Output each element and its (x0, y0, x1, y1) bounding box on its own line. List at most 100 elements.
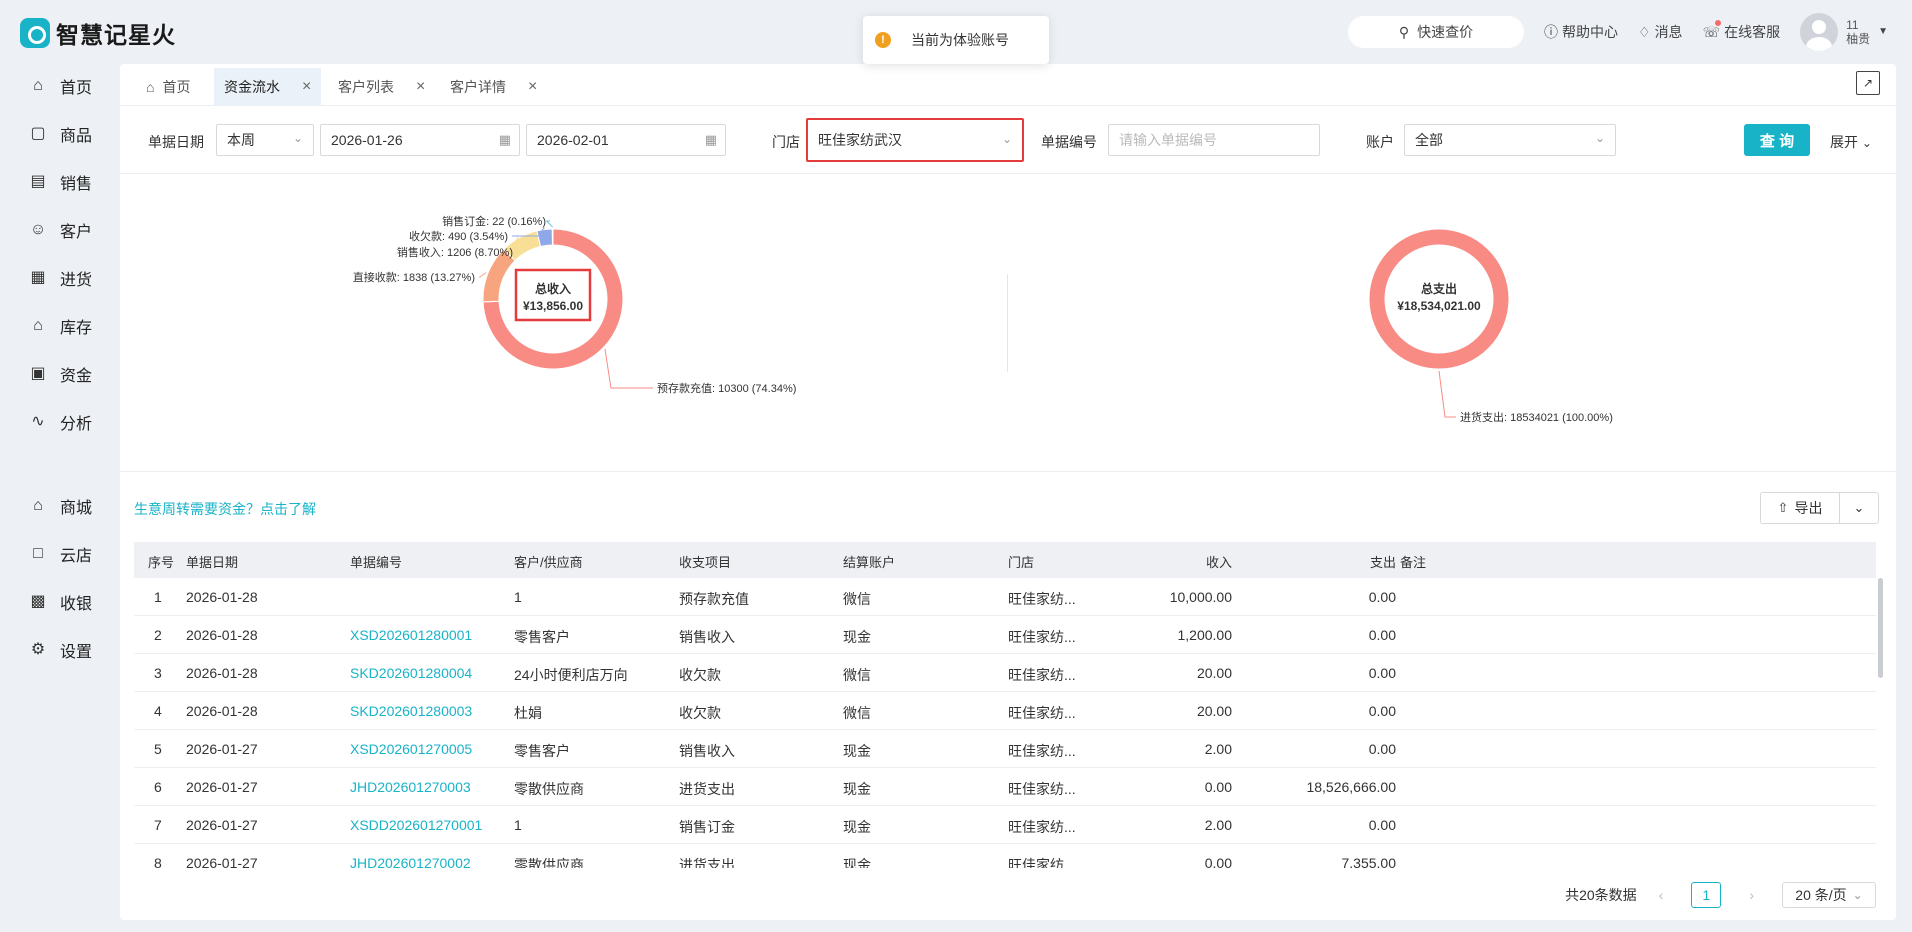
table-row[interactable]: 2 2026-01-28 XSD202601280001 零售客户 销售收入 现金 旺佳家纺… (134, 616, 1876, 654)
bill-number-link[interactable]: XSD202601280001 (350, 627, 472, 643)
leader-line (479, 272, 487, 278)
table-cell: 现金 (843, 629, 871, 645)
sidebar-item-goods[interactable]: ▢ 商品 (28, 122, 92, 146)
table-row[interactable]: 3 2026-01-28 SKD202601280004 24小时便利店万向 收欠款 微信… (134, 654, 1876, 692)
table-cell: 4 (154, 703, 162, 719)
slice-label: 收欠款: 490 (3.54%) (409, 229, 508, 243)
prev-page-icon[interactable]: ‹ (1659, 887, 1664, 903)
table-cell: 现金 (843, 819, 871, 835)
table-cell: 2.00 (1204, 817, 1232, 833)
bill-number-link[interactable]: SKD202601280004 (350, 665, 472, 681)
table-cell: 1 (514, 589, 522, 605)
caret-down-icon: ▼ (1878, 26, 1888, 37)
tab-fund-flow[interactable]: 资金流水 × (214, 68, 322, 106)
donut-slice[interactable] (551, 228, 554, 246)
bill-number-link[interactable]: JHD202601270003 (350, 779, 471, 795)
bill-number-link[interactable]: XSDD202601270001 (350, 817, 482, 833)
sidebar-item-purchase[interactable]: ▦ 进货 (28, 266, 92, 290)
period-select[interactable]: 本周 ⌄ (216, 124, 314, 156)
table-cell: 20.00 (1196, 665, 1232, 681)
fund-flow-table: 序号 单据日期 单据编号 客户/供应商 收支项目 结算账户 门店 收入 支出 备… (134, 542, 1876, 868)
table-cell: 1 (154, 589, 162, 605)
center-value: ¥13,856.00 (523, 299, 583, 313)
sidebar-item-analysis[interactable]: ∿ 分析 (28, 410, 92, 434)
expand-button[interactable]: 展开 ⌄ (1830, 132, 1872, 152)
page-size-select[interactable]: 20 条/页 ⌄ (1782, 882, 1876, 908)
sidebar-item-label: 商城 (60, 500, 93, 517)
close-icon[interactable]: × (416, 78, 425, 96)
sidebar-item-cashier[interactable]: ▩ 收银 (28, 590, 92, 614)
table-row[interactable]: 8 2026-01-27 JHD202601270002 零散供应商 进货支出 现金 旺佳家… (134, 844, 1876, 868)
start-date-input[interactable]: 2026-01-26 ▦ (320, 124, 520, 156)
col-header: 门店 (1008, 555, 1035, 570)
bill-number-link[interactable]: SKD202601280003 (350, 703, 472, 719)
account-select[interactable]: 全部 ⌄ (1404, 124, 1616, 156)
col-header: 序号 (148, 555, 175, 570)
online-service-link[interactable]: ☏ 在线客服 (1703, 20, 1780, 42)
book-icon: ▦ (30, 269, 46, 286)
warehouse-icon: ⌂ (33, 317, 43, 334)
query-button[interactable]: 查 询 (1744, 124, 1810, 156)
table-row[interactable]: 1 2026-01-28 1 预存款充值 微信 旺佳家纺... 10,000.00 0.00 (134, 578, 1876, 616)
col-header: 结算账户 (843, 555, 896, 570)
sidebar-item-customers[interactable]: ☺ 客户 (28, 218, 92, 242)
sidebar-item-inventory[interactable]: ⌂ 库存 (28, 314, 92, 338)
next-page-icon[interactable]: › (1749, 887, 1754, 903)
table-cell: 0.00 (1368, 627, 1396, 643)
tab-customer-list[interactable]: 客户列表 × (328, 68, 435, 106)
bell-icon: ♢ (1638, 24, 1651, 40)
store-label: 门店 (772, 134, 800, 150)
close-icon[interactable]: × (302, 78, 311, 96)
help-center-link[interactable]: ⓘ 帮助中心 (1544, 22, 1618, 42)
search-icon: ⚲ (1398, 24, 1410, 40)
filter-bar: 单据日期 本周 ⌄ 2026-01-26 ▦ 2026-02-01 ▦ 门店 旺… (120, 106, 1896, 174)
end-date-input[interactable]: 2026-02-01 ▦ (526, 124, 726, 156)
user-menu[interactable]: 11 柚贵 ▼ (1800, 13, 1888, 51)
sidebar-item-sales[interactable]: ▤ 销售 (28, 170, 92, 194)
fullscreen-icon[interactable]: ↗ (1856, 71, 1880, 95)
table-cell: 预存款充值 (679, 591, 749, 607)
tab-home[interactable]: ⌂ 首页 (136, 68, 200, 106)
sidebar-item-cloud-shop[interactable]: □ 云店 (28, 542, 92, 566)
calendar-icon: ▦ (704, 132, 717, 147)
table-cell: 7,355.00 (1341, 855, 1397, 868)
table-cell: 2.00 (1204, 741, 1232, 757)
page-1-button[interactable]: 1 (1691, 882, 1722, 908)
export-dropdown-button[interactable]: ⌄ (1839, 492, 1879, 524)
table-cell: 0.00 (1368, 589, 1396, 605)
quick-price-button[interactable]: ⚲ 快速查价 (1348, 16, 1524, 48)
messages-link[interactable]: ♢ 消息 (1638, 22, 1683, 42)
expand-label: 展开 (1830, 134, 1858, 150)
sidebar-item-settings[interactable]: ⚙ 设置 (28, 638, 92, 662)
tab-customer-detail[interactable]: 客户详情 × (440, 68, 547, 106)
sidebar-item-funds[interactable]: ▣ 资金 (28, 362, 92, 386)
table-row[interactable]: 4 2026-01-28 SKD202601280003 杜娟 收欠款 微信 旺佳家纺...… (134, 692, 1876, 730)
close-icon[interactable]: × (528, 78, 537, 96)
calendar-icon: ▦ (498, 132, 511, 147)
store-select[interactable]: 旺佳家纺武汉 ⌄ (806, 118, 1024, 162)
sidebar-item-mall[interactable]: ⌂ 商城 (28, 494, 92, 518)
table-row[interactable]: 5 2026-01-27 XSD202601270005 零售客户 销售收入 现金 旺佳家纺… (134, 730, 1876, 768)
app-logo[interactable]: 智慧记星火 (20, 16, 176, 50)
bill-number-input[interactable]: 请输入单据编号 (1108, 124, 1320, 156)
leader-line (604, 348, 653, 389)
table-scrollbar[interactable] (1878, 578, 1883, 678)
sidebar-item-label: 客户 (60, 224, 93, 241)
sidebar-item-home[interactable]: ⌂ 首页 (28, 74, 92, 98)
messages-label: 消息 (1654, 24, 1683, 40)
sidebar-item-label: 进货 (60, 272, 93, 289)
sidebar: ⌂ 首页 ▢ 商品 ▤ 销售 ☺ 客户 ▦ 进货 ⌂ 库存 ▣ 资金 ∿ 分析 … (0, 64, 120, 932)
user-name: 柚贵 (1846, 32, 1871, 46)
bill-number-link[interactable]: JHD202601270002 (350, 855, 471, 868)
table-row[interactable]: 6 2026-01-27 JHD202601270003 零散供应商 进货支出 现金 旺佳家… (134, 768, 1876, 806)
col-header: 支出 (1369, 555, 1396, 570)
table-row[interactable]: 7 2026-01-27 XSDD202601270001 1 销售订金 现金 旺佳家纺..… (134, 806, 1876, 844)
table-cell: 零散供应商 (514, 781, 584, 797)
export-button[interactable]: ⇧ 导出 (1760, 492, 1840, 524)
bill-number-link[interactable]: XSD202601270005 (350, 741, 472, 757)
table-cell: 销售收入 (679, 743, 735, 759)
funding-promo-link[interactable]: 生意周转需要资金？点击了解 (134, 499, 316, 519)
help-label: 帮助中心 (1562, 24, 1618, 40)
leader-line (1438, 370, 1456, 418)
gear-icon: ⚙ (30, 641, 46, 658)
